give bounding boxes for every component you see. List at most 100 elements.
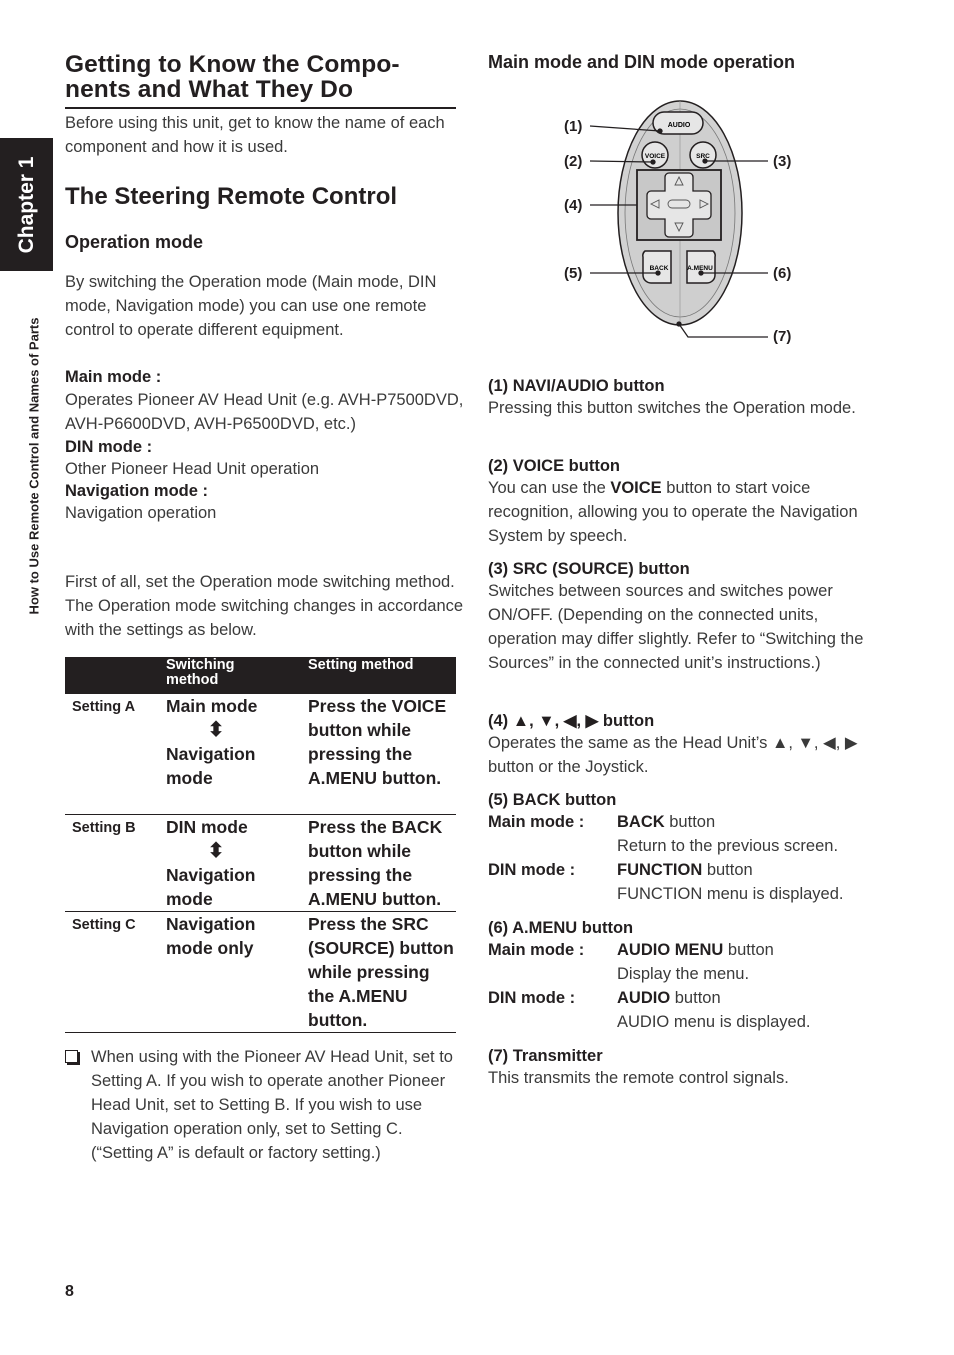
- modes-list: Main mode : Operates Pioneer AV Head Uni…: [65, 366, 465, 524]
- button-suffix: button: [670, 989, 721, 1007]
- mode-desc: AUDIO menu is displayed.: [617, 1013, 811, 1031]
- desc-text: You can use the: [488, 479, 611, 497]
- subsection-title: Operation mode: [65, 232, 204, 252]
- mode-row: Main mode : BACK button Return to the pre…: [488, 810, 888, 858]
- page-title: Getting to Know the Compo- nents and Wha…: [65, 52, 457, 102]
- button-name: AUDIO MENU: [617, 941, 724, 959]
- header-text: Switching: [166, 657, 235, 673]
- setting-method: Press the SRC (SOURCE) button while pres…: [308, 914, 454, 1030]
- page-title-line-1: Getting to Know the Compo-: [65, 51, 400, 78]
- item-desc: Switches between sources and switches po…: [488, 582, 864, 672]
- mode-desc: Other Pioneer Head Unit operation: [65, 460, 320, 478]
- switch-to: Navigation mode: [166, 865, 256, 909]
- mode-value: FUNCTION button FUNCTION menu is displaye…: [617, 858, 843, 906]
- dpad-center: [667, 199, 691, 209]
- item-title: (6) A.MENU button: [488, 919, 634, 937]
- switch-to: Navigation mode: [166, 744, 256, 788]
- item-arrows: (4) ▲, ▼, ◀, ▶ button Operates the same …: [488, 711, 888, 779]
- item-title: (1) NAVI/AUDIO button: [488, 377, 665, 395]
- section-title: The Steering Remote Control: [65, 183, 398, 210]
- title-rule: [65, 107, 456, 109]
- callout-2: (2): [564, 153, 582, 170]
- page-number: 8: [65, 1283, 74, 1300]
- item-title: (7) Transmitter: [488, 1047, 603, 1065]
- item-title: (4) ▲, ▼, ◀, ▶ button: [488, 712, 655, 730]
- mode-row: DIN mode : AUDIO button AUDIO menu is dis…: [488, 986, 888, 1034]
- mode-value: BACK button Return to the previous screen…: [617, 810, 838, 858]
- note-text: When using with the Pioneer AV Head Unit…: [91, 1048, 453, 1162]
- setting-name: Setting A: [72, 699, 136, 715]
- table-row: Setting B DIN mode ⬍ Navigation mode Pre…: [65, 815, 456, 912]
- mode-desc: Operates Pioneer AV Head Unit (e.g. AVH-…: [65, 391, 464, 433]
- callout-6: (6): [773, 265, 791, 282]
- mode-label: Main mode :: [65, 368, 162, 386]
- voice-button-label: VOICE: [645, 153, 666, 160]
- setting-method: Press the VOICE button while pressing th…: [308, 696, 447, 788]
- audio-button-label: AUDIO: [668, 122, 691, 129]
- item-src: (3) SRC (SOURCE) button Switches between…: [488, 559, 888, 675]
- table-row: Setting A Main mode ⬍ Navigation mode Pr…: [65, 694, 456, 815]
- mode-label: DIN mode :: [65, 438, 153, 456]
- switch-from: Main mode: [166, 696, 258, 716]
- up-down-arrow-icon: ⬍: [207, 840, 225, 862]
- remote-control-diagram: AUDIO VOICE SRC BACK A.MENU (1) (2) (3) …: [555, 93, 815, 353]
- page-title-line-2: nents and What They Do: [65, 76, 354, 103]
- item-amenu: (6) A.MENU button Main mode : AUDIO MENU…: [488, 918, 888, 1034]
- mode-row: Main mode : AUDIO MENU button Display the…: [488, 938, 888, 986]
- callout-3: (3): [773, 153, 791, 170]
- setting-name: Setting B: [72, 820, 136, 836]
- switching-method: Main mode ⬍ Navigation mode: [166, 694, 276, 790]
- item-desc: Pressing this button switches the Operat…: [488, 399, 856, 417]
- settings-intro: First of all, set the Operation mode swi…: [65, 573, 464, 639]
- section-side-label: How to Use Remote Control and Names of P…: [26, 317, 42, 615]
- callout-7: (7): [773, 328, 791, 345]
- mode-desc: Display the menu.: [617, 965, 750, 983]
- desc-bold: VOICE: [610, 479, 662, 497]
- item-transmitter: (7) Transmitter This transmits the remot…: [488, 1046, 888, 1090]
- button-name: FUNCTION: [617, 861, 703, 879]
- chapter-tab: Chapter 1: [0, 138, 53, 271]
- settings-table: Switching method Setting method Setting …: [65, 657, 456, 1033]
- mode-desc: FUNCTION menu is displayed.: [617, 885, 844, 903]
- item-title: (2) VOICE button: [488, 457, 620, 475]
- mode-label: Main mode :: [488, 813, 585, 831]
- item-desc: You can use the VOICE button to start vo…: [488, 476, 888, 548]
- mode-label: DIN mode :: [488, 861, 576, 879]
- chapter-label: Chapter 1: [14, 156, 38, 253]
- item-back: (5) BACK button Main mode : BACK button R…: [488, 790, 888, 906]
- src-button-label: SRC: [696, 153, 710, 160]
- callout-1: (1): [564, 118, 582, 135]
- button-name: BACK: [617, 813, 665, 831]
- mode-desc: Navigation operation: [65, 504, 217, 522]
- intro-paragraph: Before using this unit, get to know the …: [65, 114, 445, 156]
- button-name: AUDIO: [617, 989, 671, 1007]
- table-row: Setting C Navigation mode only Press the…: [65, 912, 456, 1033]
- switch-from: DIN mode: [166, 817, 248, 837]
- right-section-title: Main mode and DIN mode operation: [488, 52, 796, 72]
- item-desc: This transmits the remote control signal…: [488, 1069, 789, 1087]
- item-title: (3) SRC (SOURCE) button: [488, 560, 690, 578]
- note: When using with the Pioneer AV Head Unit…: [65, 1045, 465, 1165]
- checkbox-bullet-icon: [65, 1050, 78, 1063]
- up-down-arrow-icon: ⬍: [207, 719, 225, 741]
- mode-label: Main mode :: [488, 941, 585, 959]
- operation-intro: By switching the Operation mode (Main mo…: [65, 273, 437, 339]
- mode-label: DIN mode :: [488, 989, 576, 1007]
- mode-label: Navigation mode :: [65, 482, 209, 500]
- callout-5: (5): [564, 265, 582, 282]
- header-text: method: [166, 672, 219, 688]
- callout-4: (4): [564, 197, 582, 214]
- setting-method: Press the BACK button while pressing the…: [308, 817, 443, 909]
- button-suffix: button: [723, 941, 774, 959]
- mode-row: DIN mode : FUNCTION button FUNCTION menu …: [488, 858, 888, 906]
- remote-control-illustration: AUDIO VOICE SRC BACK A.MENU (1) (2) (3) …: [564, 100, 791, 345]
- button-suffix: button: [702, 861, 753, 879]
- switching-method: DIN mode ⬍ Navigation mode: [166, 815, 276, 911]
- item-navi-audio: (1) NAVI/AUDIO button Pressing this butt…: [488, 376, 888, 420]
- switching-method: Navigation mode only: [166, 914, 256, 958]
- mode-value: AUDIO MENU button Display the menu.: [617, 938, 774, 986]
- table-header: Switching method Setting method: [65, 657, 456, 694]
- mode-value: AUDIO button AUDIO menu is displayed.: [617, 986, 811, 1034]
- mode-desc: Return to the previous screen.: [617, 837, 839, 855]
- item-voice: (2) VOICE button You can use the VOICE b…: [488, 456, 888, 548]
